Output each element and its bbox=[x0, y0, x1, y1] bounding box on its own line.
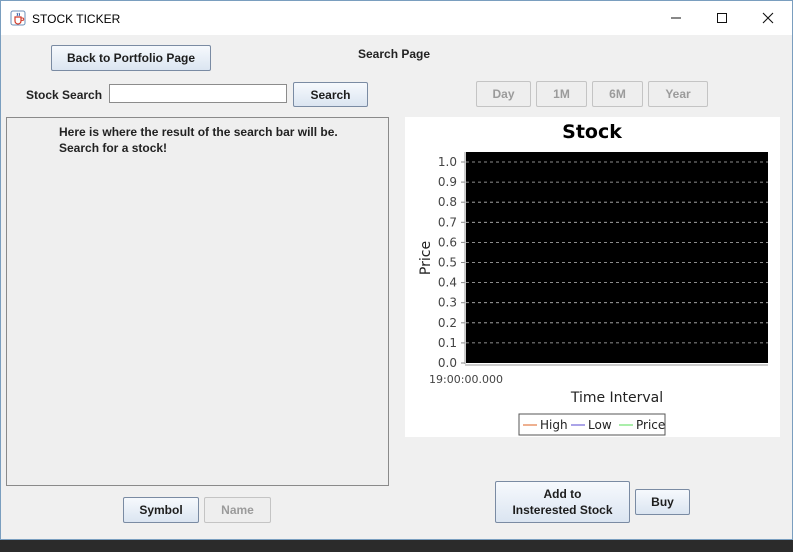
y-tick-label: 0.9 bbox=[438, 175, 457, 189]
result-line-2: Search for a stock! bbox=[59, 141, 168, 155]
y-axis-label: Price bbox=[418, 241, 434, 275]
search-button[interactable]: Search bbox=[293, 82, 368, 107]
plot-area bbox=[466, 152, 768, 363]
stock-search-label: Stock Search bbox=[26, 88, 103, 102]
y-tick-label: 0.6 bbox=[438, 235, 457, 249]
y-tick-label: 0.1 bbox=[438, 336, 457, 350]
y-tick-label: 0.8 bbox=[438, 195, 457, 209]
legend-label-price: Price bbox=[636, 418, 665, 432]
range-year-button[interactable]: Year bbox=[648, 81, 708, 107]
title-bar[interactable]: STOCK TICKER bbox=[1, 1, 792, 35]
interested-line-2: Insterested Stock bbox=[512, 503, 613, 517]
search-result-text: Here is where the result of the search b… bbox=[59, 124, 338, 156]
chart-canvas: Stock 0.00.10.20.30.40.50.60.70.80.91.0 … bbox=[418, 121, 768, 436]
y-axis-ticks: 0.0 0.1 0.2 0.3 0.4 0.5 0.6 0.7 0.8 0.9 1.0 bbox=[438, 155, 465, 370]
result-line-1: Here is where the result of the search b… bbox=[59, 125, 338, 139]
stock-search-input[interactable] bbox=[109, 84, 287, 103]
stock-chart: Stock 0.0 0.1 0.2 0.3 0.4 0.5 0.6 0.7 0.8 0.9 1.0 … bbox=[405, 117, 780, 437]
maximize-icon bbox=[717, 13, 727, 23]
x-tick-label: 19:00:00.000 bbox=[429, 373, 503, 386]
minimize-button[interactable] bbox=[653, 1, 699, 35]
sort-by-symbol-button[interactable]: Symbol bbox=[123, 497, 199, 523]
legend-label-low: Low bbox=[588, 418, 612, 432]
window-title: STOCK TICKER bbox=[32, 12, 121, 26]
minimize-icon bbox=[671, 17, 681, 19]
y-tick-label: 0.7 bbox=[438, 215, 457, 229]
range-6m-button[interactable]: 6M bbox=[592, 81, 643, 107]
add-to-interested-stock-button[interactable]: Add to Insterested Stock bbox=[495, 481, 630, 523]
y-tick-label: 0.4 bbox=[438, 276, 457, 290]
close-button[interactable] bbox=[745, 1, 791, 35]
legend-label-high: High bbox=[540, 418, 568, 432]
range-day-button[interactable]: Day bbox=[476, 81, 531, 107]
close-icon bbox=[762, 12, 774, 24]
interested-line-1: Add to bbox=[543, 487, 582, 501]
legend: High Low Price bbox=[523, 418, 665, 432]
range-1m-button[interactable]: 1M bbox=[536, 81, 587, 107]
buy-button[interactable]: Buy bbox=[635, 489, 690, 515]
x-axis-label: Time Interval bbox=[570, 390, 663, 406]
search-result-panel: Here is where the result of the search b… bbox=[6, 117, 389, 486]
page-title: Search Page bbox=[358, 47, 431, 61]
maximize-button[interactable] bbox=[699, 1, 745, 35]
back-to-portfolio-button[interactable]: Back to Portfolio Page bbox=[51, 45, 211, 71]
main-window: STOCK TICKER Back to Portfolio Page Sear… bbox=[0, 0, 793, 540]
y-tick-label: 0.3 bbox=[438, 296, 457, 310]
sort-by-name-button[interactable]: Name bbox=[204, 497, 271, 523]
y-tick-label: 1.0 bbox=[438, 155, 457, 169]
java-cup-icon bbox=[10, 10, 26, 26]
y-tick-label: 0.2 bbox=[438, 316, 457, 330]
chart-title: Stock bbox=[562, 121, 622, 143]
y-tick-label: 0.5 bbox=[438, 256, 457, 270]
y-tick-label: 0.0 bbox=[438, 356, 457, 370]
